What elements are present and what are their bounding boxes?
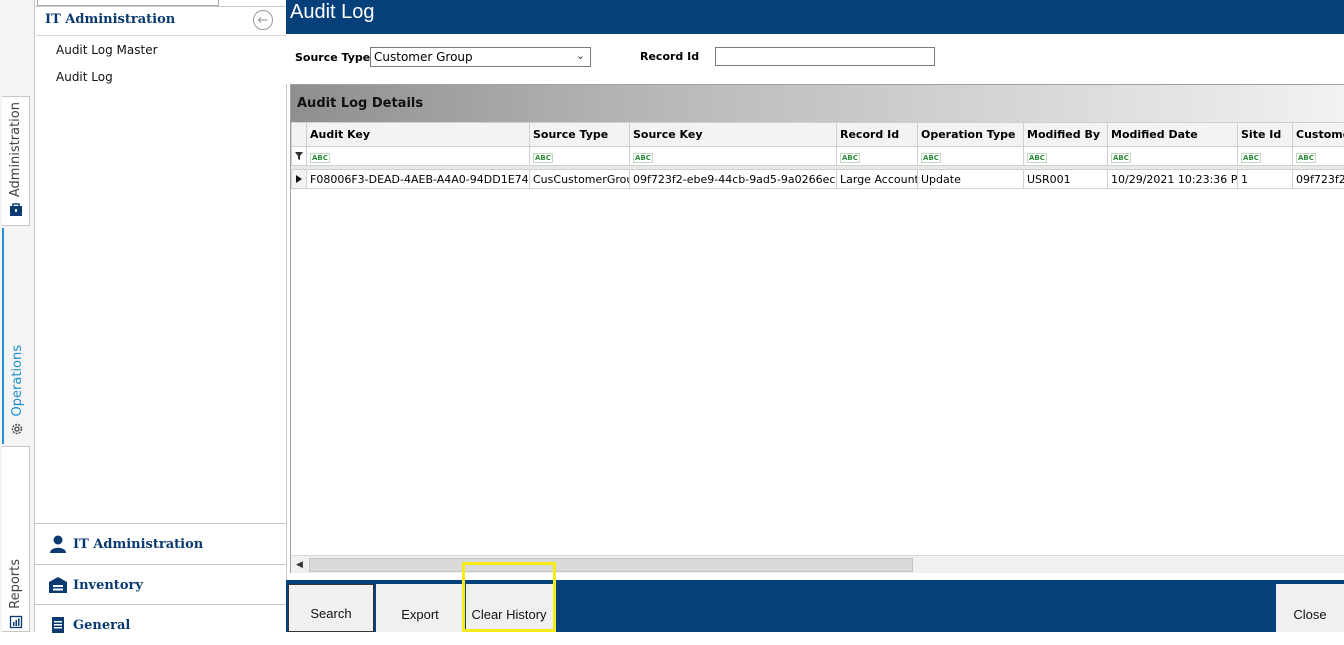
- text-filter-icon: ABC: [633, 153, 653, 163]
- column-header[interactable]: Operation Type: [918, 123, 1024, 147]
- vertical-tab-strip: Administration Operations Reports: [0, 0, 35, 632]
- module-it-administration-label: IT Administration: [73, 537, 203, 552]
- warehouse-icon: [47, 574, 69, 596]
- column-header[interactable]: Modified By: [1024, 123, 1108, 147]
- briefcase-icon: [9, 203, 23, 217]
- text-filter-icon: ABC: [1027, 153, 1047, 163]
- column-filter-cell[interactable]: ABC: [1024, 147, 1108, 166]
- user-icon: [47, 533, 69, 555]
- row-indicator-header: [292, 123, 307, 147]
- grid-caption: Audit Log Details: [291, 85, 1344, 122]
- tab-operations[interactable]: Operations: [2, 228, 30, 444]
- column-header[interactable]: Source Key: [630, 123, 837, 147]
- grid-caption-text: Audit Log Details: [297, 96, 423, 111]
- tab-reports-label: Reports: [8, 559, 23, 609]
- module-inventory[interactable]: Inventory: [35, 564, 286, 605]
- source-type-label: Source Type: [295, 51, 370, 64]
- module-inventory-label: Inventory: [73, 578, 143, 593]
- search-button[interactable]: Search: [288, 584, 374, 632]
- chevron-down-icon: ⌄: [576, 49, 585, 62]
- text-filter-icon: ABC: [1111, 153, 1131, 163]
- column-header[interactable]: Record Id: [837, 123, 918, 147]
- column-filter-cell[interactable]: ABC: [530, 147, 630, 166]
- column-filter-cell[interactable]: ABC: [918, 147, 1024, 166]
- audit-log-details-panel: Audit Log Details Audit Key Source Type …: [290, 84, 1344, 573]
- tab-reports[interactable]: Reports: [2, 446, 30, 632]
- table-cell[interactable]: 09f723f2-ebe9-44cb-9ad5-9a0266ecbf89: [630, 170, 837, 189]
- text-filter-icon: ABC: [840, 153, 860, 163]
- navigation-panel: IT Administration ← Audit Log Master Aud…: [35, 0, 287, 632]
- back-arrow-icon[interactable]: ←: [253, 10, 273, 30]
- export-button[interactable]: Export: [376, 584, 464, 632]
- column-filter-cell[interactable]: ABC: [307, 147, 530, 166]
- table-row[interactable]: F08006F3-DEAD-4AEB-A4A0-94DD1E74BA13 Cus…: [292, 170, 1344, 189]
- grid-header-row: Audit Key Source Type Source Key Record …: [292, 123, 1344, 147]
- bottom-toolbar: Search Export Clear History Close: [286, 580, 1344, 632]
- scroll-left-icon[interactable]: ◀: [291, 556, 308, 573]
- clear-history-button[interactable]: Clear History: [462, 562, 556, 632]
- close-button[interactable]: Close: [1276, 584, 1344, 632]
- column-filter-cell[interactable]: ABC: [630, 147, 837, 166]
- tab-administration-label: Administration: [8, 102, 23, 197]
- nav-item-audit-log-master[interactable]: Audit Log Master: [56, 43, 158, 57]
- document-icon: [47, 614, 69, 636]
- filter-bar: Source Type Customer Group ⌄ Record Id: [286, 34, 1344, 84]
- column-header[interactable]: Audit Key: [307, 123, 530, 147]
- table-cell[interactable]: 10/29/2021 10:23:36 PM: [1108, 170, 1238, 189]
- audit-log-grid: Audit Key Source Type Source Key Record …: [291, 122, 1344, 189]
- horizontal-scrollbar[interactable]: ◀: [291, 555, 1344, 573]
- column-header[interactable]: Source Type: [530, 123, 630, 147]
- column-filter-cell[interactable]: ABC: [1238, 147, 1293, 166]
- source-type-value: Customer Group: [374, 50, 473, 64]
- table-cell[interactable]: 09f723f2-e: [1293, 170, 1344, 189]
- module-general-label: General: [73, 618, 130, 633]
- table-cell[interactable]: F08006F3-DEAD-4AEB-A4A0-94DD1E74BA13: [307, 170, 530, 189]
- text-filter-icon: ABC: [533, 153, 553, 163]
- grid-filter-row: ABC ABC ABC ABC ABC ABC ABC ABC ABC: [292, 147, 1344, 166]
- navigation-header: IT Administration ←: [35, 7, 286, 36]
- page-title: Audit Log: [290, 1, 375, 24]
- panel-top-edge: [35, 0, 286, 7]
- column-header[interactable]: Customer: [1293, 123, 1344, 147]
- column-filter-cell[interactable]: ABC: [837, 147, 918, 166]
- table-cell[interactable]: 1: [1238, 170, 1293, 189]
- table-cell[interactable]: Update: [918, 170, 1024, 189]
- scrollbar-thumb[interactable]: [309, 558, 913, 572]
- module-it-administration[interactable]: IT Administration: [35, 523, 286, 564]
- text-filter-icon: ABC: [310, 153, 330, 163]
- text-filter-icon: ABC: [921, 153, 941, 163]
- filter-row-icon[interactable]: [292, 147, 307, 166]
- column-header[interactable]: Modified Date: [1108, 123, 1238, 147]
- text-filter-icon: ABC: [1296, 153, 1316, 163]
- gear-icon: [10, 422, 24, 436]
- column-header[interactable]: Site Id: [1238, 123, 1293, 147]
- source-type-select[interactable]: Customer Group ⌄: [370, 47, 591, 67]
- record-id-label: Record Id: [640, 50, 699, 63]
- table-cell[interactable]: CusCustomerGroup: [530, 170, 630, 189]
- page-header: Audit Log: [286, 0, 1344, 34]
- column-filter-cell[interactable]: ABC: [1293, 147, 1344, 166]
- module-general[interactable]: General: [35, 604, 286, 645]
- table-cell[interactable]: Large Accounts: [837, 170, 918, 189]
- navigation-title: IT Administration: [45, 12, 175, 27]
- column-filter-cell[interactable]: ABC: [1108, 147, 1238, 166]
- record-id-input[interactable]: [715, 47, 935, 66]
- report-icon: [9, 615, 23, 629]
- nav-item-audit-log[interactable]: Audit Log: [56, 70, 113, 84]
- tab-operations-label: Operations: [10, 345, 25, 416]
- current-row-indicator-icon: [292, 170, 307, 189]
- table-cell[interactable]: USR001: [1024, 170, 1108, 189]
- tab-administration[interactable]: Administration: [2, 96, 30, 226]
- text-filter-icon: ABC: [1241, 153, 1261, 163]
